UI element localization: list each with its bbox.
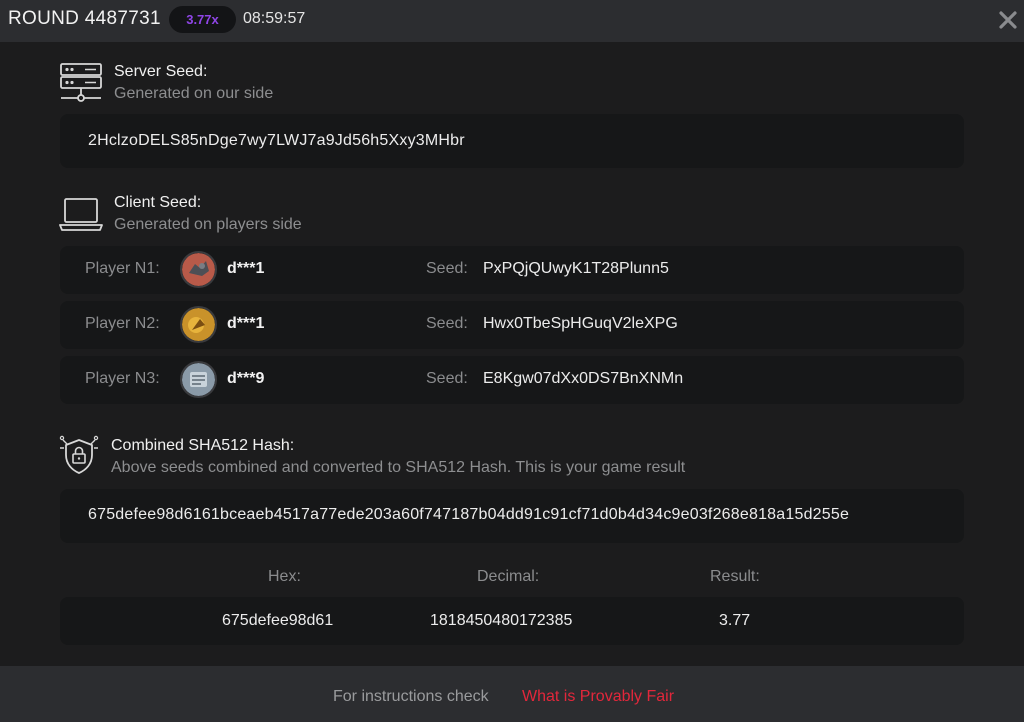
- round-title: ROUND 4487731: [8, 8, 161, 29]
- combined-hash-subtitle: Above seeds combined and converted to SH…: [111, 459, 686, 476]
- avatar: [180, 361, 217, 398]
- result-label: Result:: [710, 568, 760, 585]
- server-icon: [59, 62, 103, 109]
- player-label: Player N3:: [85, 370, 160, 387]
- provably-fair-link[interactable]: What is Provably Fair: [522, 688, 674, 706]
- decimal-label: Decimal:: [477, 568, 540, 585]
- player-name: d***9: [227, 370, 265, 387]
- client-seed-title: Client Seed:: [114, 194, 202, 211]
- result-value: 3.77: [719, 612, 751, 629]
- combined-hash-title: Combined SHA512 Hash:: [111, 437, 295, 454]
- avatar: [180, 306, 217, 343]
- laptop-icon: [59, 197, 103, 238]
- footer-instructions: For instructions check: [333, 688, 489, 705]
- hex-label: Hex:: [268, 568, 301, 585]
- player-seed-value: E8Kgw07dXx0DS7BnXNMn: [483, 370, 684, 387]
- client-seed-subtitle: Generated on players side: [114, 216, 302, 233]
- modal-footer: For instructions check What is Provably …: [0, 666, 1024, 722]
- combined-hash-panel: 675defee98d6161bceaeb4517a77ede203a60f74…: [60, 489, 964, 543]
- player-row: Player N3: d***9 Seed: E8Kgw07dXx0DS7BnX…: [60, 356, 964, 404]
- multiplier-badge: 3.77x: [169, 6, 236, 33]
- player-label: Player N1:: [85, 260, 160, 277]
- seed-label: Seed:: [426, 260, 468, 277]
- seed-label: Seed:: [426, 315, 468, 332]
- player-seed-value: Hwx0TbeSpHGuqV2leXPG: [483, 315, 678, 332]
- player-name: d***1: [227, 315, 265, 332]
- player-seed-value: PxPQjQUwyK1T28Plunn5: [483, 260, 669, 277]
- player-name: d***1: [227, 260, 265, 277]
- provably-fair-modal: ROUND 4487731 3.77x 08:59:57 Server Seed…: [0, 0, 1024, 722]
- modal-header: ROUND 4487731 3.77x 08:59:57: [0, 0, 1024, 42]
- seed-label: Seed:: [426, 370, 468, 387]
- server-seed-value: 2HclzoDELS85nDge7wy7LWJ7a9Jd56h5Xxy3MHbr: [88, 132, 465, 149]
- round-time: 08:59:57: [243, 10, 306, 27]
- hex-value: 675defee98d61: [222, 612, 334, 629]
- player-row: Player N1: d***1 Seed: PxPQjQUwyK1T28Plu…: [60, 246, 964, 294]
- server-seed-subtitle: Generated on our side: [114, 85, 274, 102]
- decimal-value: 1818450480172385: [430, 612, 573, 629]
- close-icon[interactable]: [996, 8, 1020, 32]
- avatar: [180, 251, 217, 288]
- shield-lock-icon: [58, 434, 100, 483]
- player-row: Player N2: d***1 Seed: Hwx0TbeSpHGuqV2le…: [60, 301, 964, 349]
- combined-hash-value: 675defee98d6161bceaeb4517a77ede203a60f74…: [88, 506, 850, 523]
- server-seed-title: Server Seed:: [114, 63, 208, 80]
- server-seed-panel: 2HclzoDELS85nDge7wy7LWJ7a9Jd56h5Xxy3MHbr: [60, 114, 964, 168]
- player-label: Player N2:: [85, 315, 160, 332]
